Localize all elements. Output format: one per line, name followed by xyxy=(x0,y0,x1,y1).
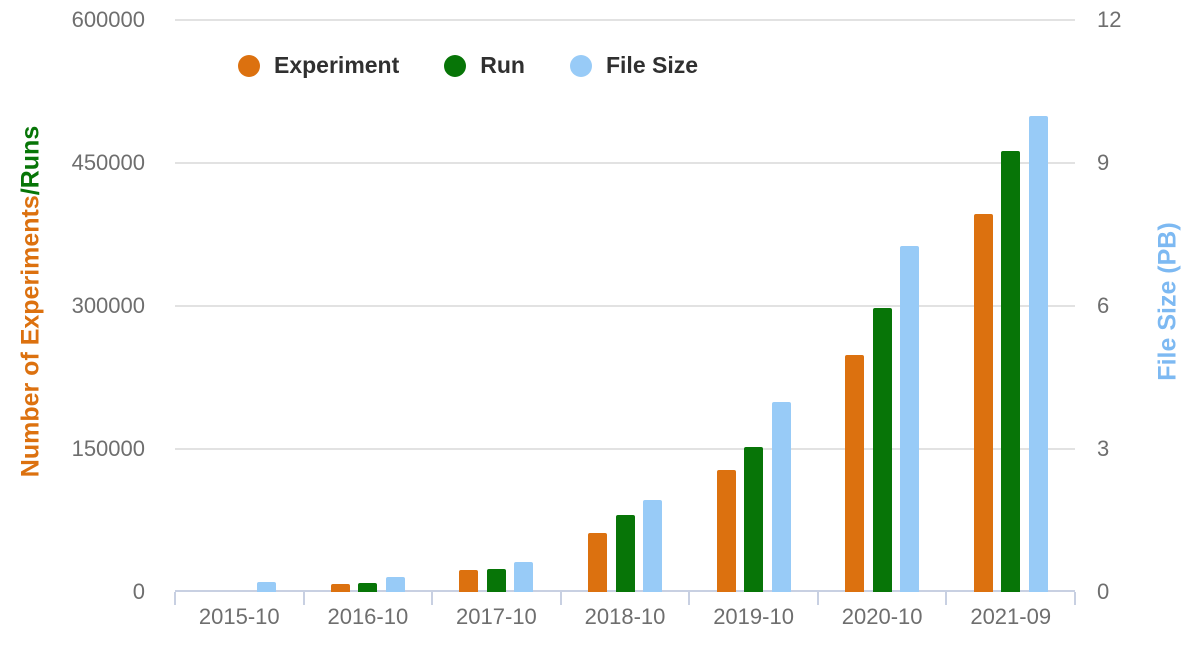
bar-file-size-2021-09[interactable] xyxy=(1029,116,1048,592)
left-axis-title-suffix: /Runs xyxy=(17,126,45,195)
x-axis-label-2019-10: 2019-10 xyxy=(689,604,819,630)
legend-label: Experiment xyxy=(274,52,399,79)
bar-run-2020-10[interactable] xyxy=(873,308,892,592)
bar-file-size-2018-10[interactable] xyxy=(643,500,662,592)
x-axis-label-2020-10: 2020-10 xyxy=(817,604,947,630)
legend-label: File Size xyxy=(606,52,698,79)
bar-run-2018-10[interactable] xyxy=(616,515,635,592)
x-axis-label-2018-10: 2018-10 xyxy=(560,604,690,630)
bar-experiment-2017-10[interactable] xyxy=(459,570,478,592)
right-axis-tick-label: 12 xyxy=(1097,8,1189,32)
x-axis-label-2015-10: 2015-10 xyxy=(174,604,304,630)
bar-experiment-2018-10[interactable] xyxy=(588,533,607,592)
legend-marker-experiment xyxy=(238,55,260,77)
bar-experiment-2020-10[interactable] xyxy=(845,355,864,592)
gridline xyxy=(175,305,1075,307)
left-axis-tick-label: 300000 xyxy=(53,294,145,318)
legend-item-run[interactable]: Run xyxy=(444,52,525,79)
x-axis-label-2021-09: 2021-09 xyxy=(946,604,1076,630)
right-axis-tick-label: 3 xyxy=(1097,437,1189,461)
bar-run-2021-09[interactable] xyxy=(1001,151,1020,592)
bar-run-2016-10[interactable] xyxy=(358,583,377,592)
left-axis-tick-label: 450000 xyxy=(53,151,145,175)
left-axis-tick-label: 150000 xyxy=(53,437,145,461)
legend: Experiment Run File Size xyxy=(238,52,698,79)
left-axis-title-main: Number of Experiments xyxy=(17,195,45,477)
bar-run-2019-10[interactable] xyxy=(744,447,763,592)
legend-item-experiment[interactable]: Experiment xyxy=(238,52,399,79)
right-axis-tick-label: 0 xyxy=(1097,580,1189,604)
x-axis-label-2017-10: 2017-10 xyxy=(431,604,561,630)
bar-chart: Number of Experiments/Runs File Size (PB… xyxy=(0,0,1200,660)
bar-file-size-2020-10[interactable] xyxy=(900,246,919,592)
gridline xyxy=(175,448,1075,450)
bar-experiment-2016-10[interactable] xyxy=(331,584,350,592)
left-axis-tick-label: 600000 xyxy=(53,8,145,32)
x-axis-label-2016-10: 2016-10 xyxy=(303,604,433,630)
bar-file-size-2017-10[interactable] xyxy=(514,562,533,592)
gridline xyxy=(175,162,1075,164)
left-axis-tick-label: 0 xyxy=(53,580,145,604)
bar-file-size-2015-10[interactable] xyxy=(257,582,276,592)
right-axis-tick-label: 9 xyxy=(1097,151,1189,175)
gridline xyxy=(175,19,1075,21)
legend-marker-file-size xyxy=(570,55,592,77)
legend-item-file-size[interactable]: File Size xyxy=(570,52,698,79)
bar-file-size-2019-10[interactable] xyxy=(772,402,791,592)
bar-file-size-2016-10[interactable] xyxy=(386,577,405,592)
legend-marker-run xyxy=(444,55,466,77)
left-axis-title: Number of Experiments/Runs xyxy=(17,2,46,602)
legend-label: Run xyxy=(480,52,525,79)
bar-run-2017-10[interactable] xyxy=(487,569,506,592)
bar-experiment-2019-10[interactable] xyxy=(717,470,736,592)
bar-experiment-2021-09[interactable] xyxy=(974,214,993,592)
right-axis-tick-label: 6 xyxy=(1097,294,1189,318)
